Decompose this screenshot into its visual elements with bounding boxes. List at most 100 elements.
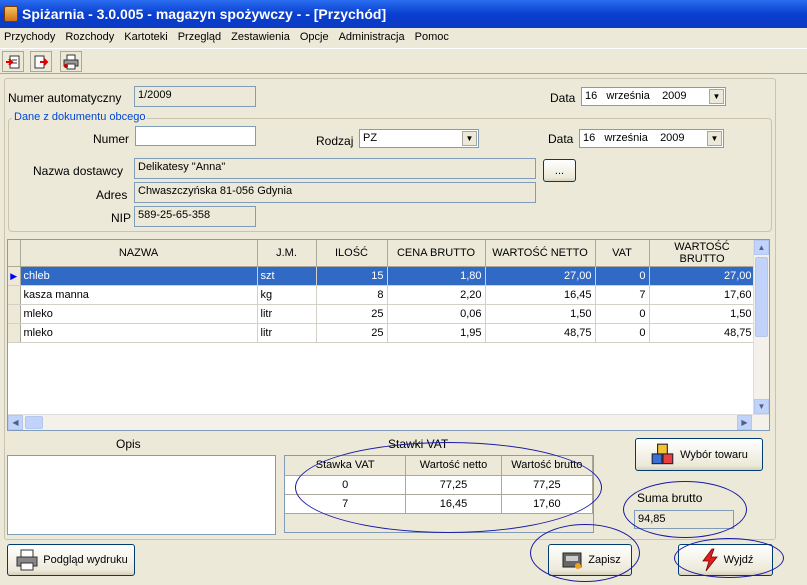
vat-gross-cell: 17,60 bbox=[501, 494, 594, 514]
cell-gross-value[interactable]: 48,75 bbox=[649, 323, 756, 343]
lightning-exit-icon bbox=[701, 548, 718, 572]
vat-rates-table: Stawka VAT Wartość netto Wartość brutto … bbox=[284, 455, 594, 533]
cell-net-value[interactable]: 16,45 bbox=[485, 285, 596, 305]
col-wartosc-brutto[interactable]: WARTOŚĆ BRUTTO bbox=[649, 240, 756, 267]
menu-bar: Przychody Rozchody Kartoteki Przegląd Ze… bbox=[0, 28, 807, 46]
address-label: Adres bbox=[96, 188, 128, 202]
print-button[interactable] bbox=[60, 51, 82, 72]
cell-unit[interactable]: litr bbox=[257, 323, 317, 343]
col-jm[interactable]: J.M. bbox=[257, 240, 317, 267]
cell-vat[interactable]: 0 bbox=[595, 304, 650, 324]
vertical-scrollbar[interactable]: ▲ ▼ bbox=[753, 240, 769, 415]
number-field[interactable] bbox=[135, 126, 256, 146]
cell-gross-value[interactable]: 27,00 bbox=[649, 266, 756, 286]
menu-administracja[interactable]: Administracja bbox=[335, 31, 411, 43]
cell-net-value[interactable]: 48,75 bbox=[485, 323, 596, 343]
scroll-left-icon[interactable]: ◀ bbox=[8, 415, 23, 430]
menu-przeglad[interactable]: Przegląd bbox=[174, 31, 227, 43]
menu-opcje[interactable]: Opcje bbox=[296, 31, 335, 43]
auto-number-label: Numer automatyczny bbox=[8, 91, 122, 105]
save-device-icon bbox=[562, 552, 582, 569]
row-indicator bbox=[8, 304, 21, 324]
cell-quantity[interactable]: 15 bbox=[316, 266, 388, 286]
table-row[interactable]: mleko litr 25 1,95 48,75 0 48,75 bbox=[8, 323, 756, 343]
cell-name[interactable]: mleko bbox=[20, 304, 258, 324]
col-cena-brutto[interactable]: CENA BRUTTO bbox=[387, 240, 486, 267]
browse-supplier-button[interactable]: ... bbox=[543, 159, 576, 182]
choose-product-button[interactable]: Wybór towaru bbox=[635, 438, 763, 471]
cell-net-value[interactable]: 27,00 bbox=[485, 266, 596, 286]
menu-pomoc[interactable]: Pomoc bbox=[411, 31, 455, 43]
cell-unit[interactable]: kg bbox=[257, 285, 317, 305]
menu-przychody[interactable]: Przychody bbox=[0, 31, 61, 43]
vat-net-cell: 77,25 bbox=[405, 475, 502, 495]
menu-kartoteki[interactable]: Kartoteki bbox=[120, 31, 173, 43]
chevron-down-icon[interactable]: ▼ bbox=[709, 89, 724, 104]
vat-rate-cell: 7 bbox=[285, 494, 407, 514]
cell-unit[interactable]: litr bbox=[257, 304, 317, 324]
title-bar: Spiżarnia - 3.0.005 - magazyn spożywczy … bbox=[0, 0, 807, 28]
cell-gross-value[interactable]: 17,60 bbox=[649, 285, 756, 305]
date-label: Data bbox=[550, 91, 576, 105]
cell-net-value[interactable]: 1,50 bbox=[485, 304, 596, 324]
col-wartosc-netto[interactable]: WARTOŚĆ NETTO bbox=[485, 240, 596, 267]
grid-corner bbox=[8, 240, 21, 267]
number-label: Numer bbox=[93, 132, 130, 146]
date2-label: Data bbox=[548, 132, 574, 146]
col-ilosc[interactable]: ILOŚĆ bbox=[316, 240, 388, 267]
cell-gross-price[interactable]: 1,80 bbox=[387, 266, 486, 286]
items-grid[interactable]: NAZWA J.M. ILOŚĆ CENA BRUTTO WARTOŚĆ NET… bbox=[7, 239, 770, 431]
cell-gross-price[interactable]: 1,95 bbox=[387, 323, 486, 343]
print-icon bbox=[63, 54, 79, 69]
notes-textarea[interactable] bbox=[7, 455, 276, 535]
vat-col-gross: Wartość brutto bbox=[501, 456, 594, 476]
vertical-scroll-thumb[interactable] bbox=[755, 257, 768, 337]
vat-col-rate: Stawka VAT bbox=[285, 456, 407, 476]
cell-vat[interactable]: 7 bbox=[595, 285, 650, 305]
toolbar bbox=[0, 48, 807, 74]
type-select[interactable]: PZ ▼ bbox=[359, 129, 479, 148]
exit-button[interactable]: Wyjdź bbox=[678, 544, 773, 576]
new-document-button[interactable] bbox=[2, 51, 24, 72]
cell-gross-price[interactable]: 0,06 bbox=[387, 304, 486, 324]
vat-net-cell: 16,45 bbox=[405, 494, 502, 514]
scroll-down-icon[interactable]: ▼ bbox=[754, 399, 769, 414]
type-label: Rodzaj bbox=[316, 134, 354, 148]
vat-title: Stawki VAT bbox=[388, 437, 449, 451]
horizontal-scroll-thumb[interactable] bbox=[25, 416, 43, 429]
chevron-down-icon[interactable]: ▼ bbox=[707, 131, 722, 146]
cell-vat[interactable]: 0 bbox=[595, 323, 650, 343]
cell-name[interactable]: kasza manna bbox=[20, 285, 258, 305]
horizontal-scrollbar[interactable]: ◀ ▶ bbox=[8, 414, 769, 430]
scroll-up-icon[interactable]: ▲ bbox=[754, 240, 769, 255]
cell-quantity[interactable]: 25 bbox=[316, 323, 388, 343]
table-row[interactable]: kasza manna kg 8 2,20 16,45 7 17,60 bbox=[8, 285, 756, 305]
cell-vat[interactable]: 0 bbox=[595, 266, 650, 286]
cell-quantity[interactable]: 8 bbox=[316, 285, 388, 305]
table-row[interactable]: ▶ chleb szt 15 1,80 27,00 0 27,00 bbox=[8, 266, 756, 286]
chevron-down-icon[interactable]: ▼ bbox=[462, 131, 477, 146]
col-vat[interactable]: VAT bbox=[595, 240, 650, 267]
cell-unit[interactable]: szt bbox=[257, 266, 317, 286]
table-row[interactable]: mleko litr 25 0,06 1,50 0 1,50 bbox=[8, 304, 756, 324]
col-nazwa[interactable]: NAZWA bbox=[20, 240, 258, 267]
print-preview-button[interactable]: Podgląd wydruku bbox=[7, 544, 135, 576]
vat-col-net: Wartość netto bbox=[405, 456, 502, 476]
cell-gross-value[interactable]: 1,50 bbox=[649, 304, 756, 324]
cell-gross-price[interactable]: 2,20 bbox=[387, 285, 486, 305]
table-row: 0 77,25 77,25 bbox=[285, 475, 594, 495]
cell-name[interactable]: chleb bbox=[20, 266, 258, 286]
scroll-right-icon[interactable]: ▶ bbox=[737, 415, 752, 430]
cell-name[interactable]: mleko bbox=[20, 323, 258, 343]
window-title: Spiżarnia - 3.0.005 - magazyn spożywczy … bbox=[22, 6, 387, 22]
menu-zestawienia[interactable]: Zestawienia bbox=[227, 31, 296, 43]
cell-quantity[interactable]: 25 bbox=[316, 304, 388, 324]
date-picker[interactable]: 16 września 2009 ▼ bbox=[581, 87, 726, 106]
menu-rozchody[interactable]: Rozchody bbox=[61, 31, 120, 43]
row-indicator bbox=[8, 323, 21, 343]
date2-picker[interactable]: 16 września 2009 ▼ bbox=[579, 129, 724, 148]
total-field: 94,85 bbox=[634, 510, 734, 529]
export-button[interactable] bbox=[30, 51, 52, 72]
row-indicator-icon: ▶ bbox=[8, 266, 21, 286]
save-button[interactable]: Zapisz bbox=[548, 544, 632, 576]
